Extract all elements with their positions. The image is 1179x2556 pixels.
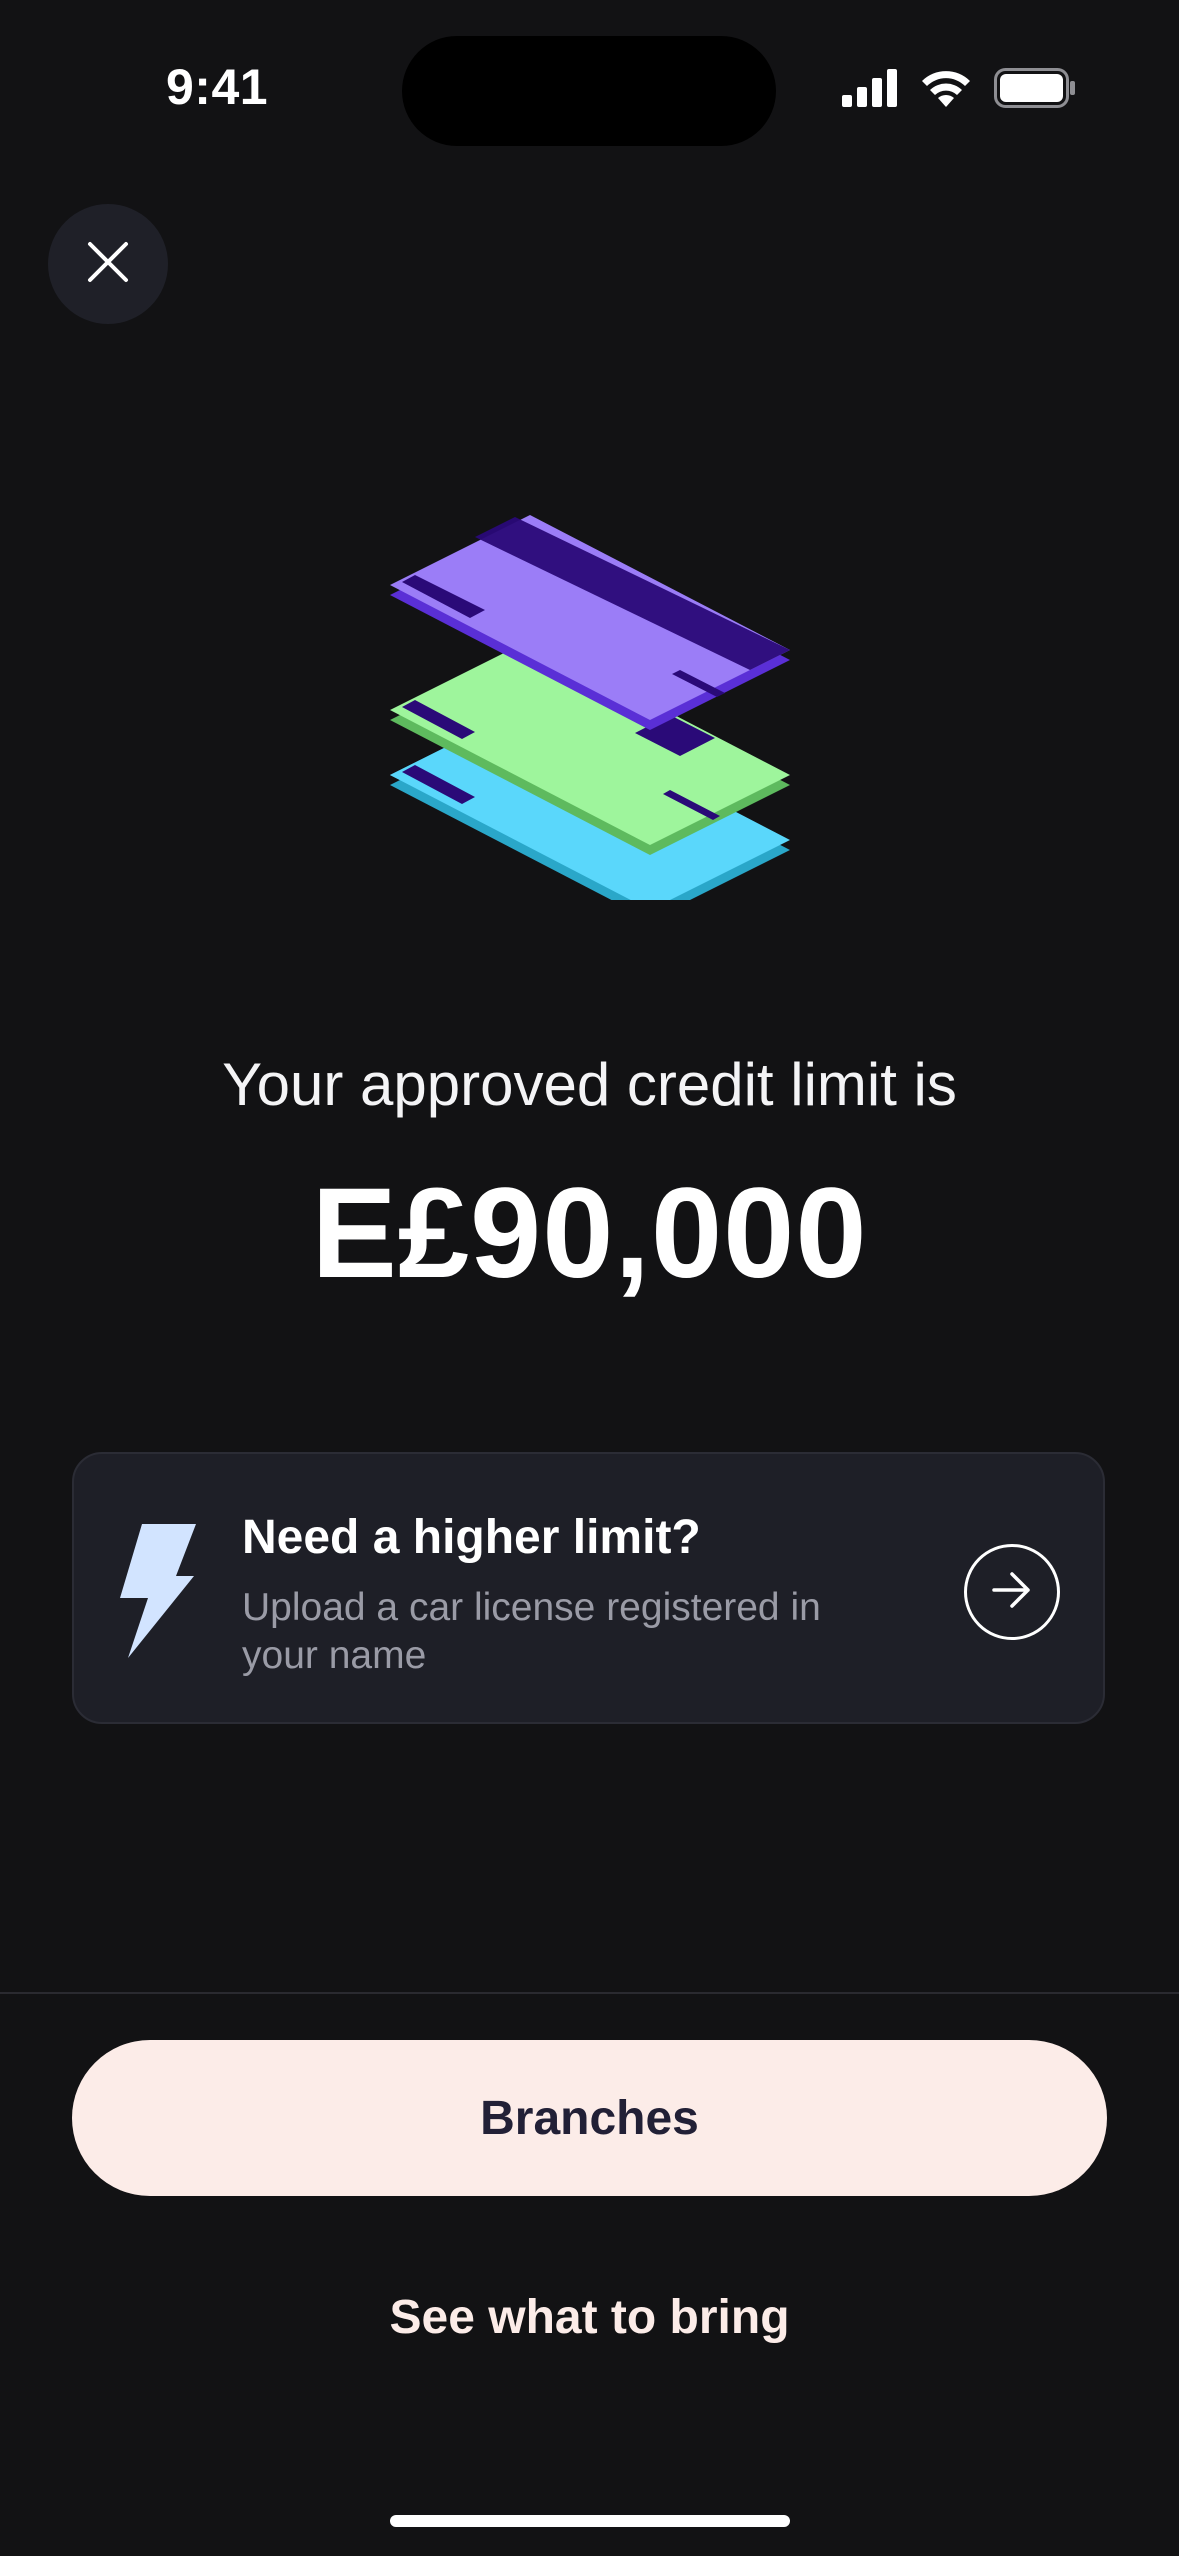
status-icons — [842, 68, 1076, 113]
close-icon — [86, 240, 130, 289]
home-indicator — [390, 2515, 790, 2527]
stacked-cards-illustration — [380, 505, 800, 920]
bottom-divider — [0, 1992, 1179, 1994]
cellular-signal-icon — [842, 69, 898, 112]
promo-arrow-button[interactable] — [964, 1544, 1060, 1640]
see-what-to-bring-link[interactable]: See what to bring — [0, 2290, 1179, 2345]
lightning-bolt-icon — [120, 1524, 196, 1663]
dynamic-island — [402, 36, 776, 146]
higher-limit-card[interactable]: Need a higher limit? Upload a car licens… — [72, 1452, 1105, 1724]
promo-title: Need a higher limit? — [242, 1511, 701, 1564]
promo-subtitle: Upload a car license registered in your … — [242, 1586, 821, 1677]
limit-headline: Your approved credit limit is — [222, 1051, 957, 1118]
status-bar: 9:41 — [0, 0, 1179, 180]
branches-button[interactable]: Branches — [72, 2040, 1107, 2196]
limit-amount: E£90,000 — [311, 1162, 868, 1305]
close-button[interactable] — [48, 204, 168, 324]
wifi-icon — [920, 69, 972, 112]
arrow-right-icon — [990, 1570, 1034, 1615]
battery-icon — [994, 68, 1076, 113]
status-time: 9:41 — [166, 59, 269, 115]
